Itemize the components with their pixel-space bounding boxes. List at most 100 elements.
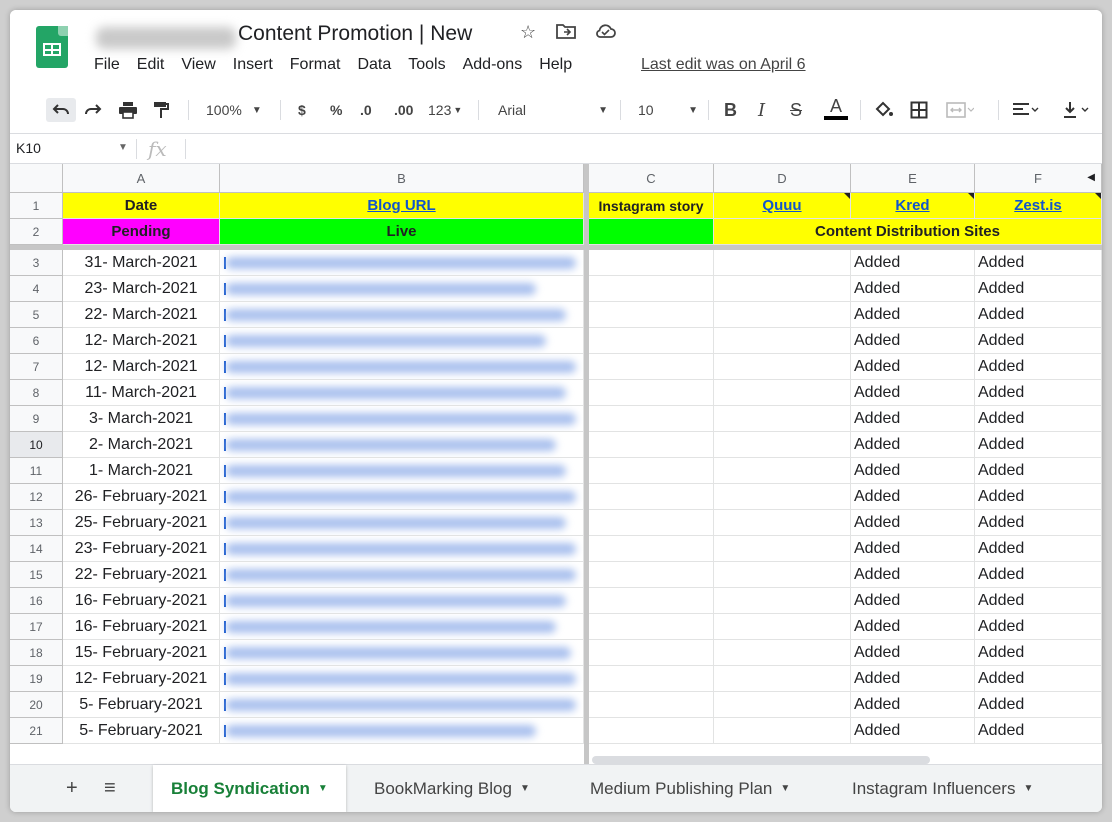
instagram-story-cell[interactable] xyxy=(589,458,714,484)
status-cell[interactable]: Added xyxy=(975,354,1102,380)
borders-icon[interactable] xyxy=(910,98,928,122)
row-header[interactable]: 19 xyxy=(10,666,63,692)
legend-cell-green[interactable] xyxy=(589,219,714,245)
blog-url-cell[interactable] xyxy=(220,354,584,380)
status-cell[interactable]: Added xyxy=(851,432,975,458)
instagram-story-cell[interactable] xyxy=(589,614,714,640)
star-icon[interactable]: ☆ xyxy=(520,22,536,43)
date-cell[interactable]: 15- February-2021 xyxy=(63,640,220,666)
status-cell[interactable]: Added xyxy=(975,458,1102,484)
blog-url-cell[interactable] xyxy=(220,692,584,718)
blog-url-cell[interactable] xyxy=(220,536,584,562)
header-cell-date[interactable]: Date xyxy=(63,193,220,219)
row-header[interactable]: 5 xyxy=(10,302,63,328)
all-sheets-icon[interactable]: ≡ xyxy=(104,777,116,800)
merge-cells-icon[interactable] xyxy=(946,98,974,122)
tab-instagram-influencers[interactable]: Instagram Influencers ▼ xyxy=(834,765,1051,812)
date-cell[interactable]: 12- March-2021 xyxy=(63,354,220,380)
status-cell[interactable]: Added xyxy=(851,276,975,302)
date-cell[interactable]: 11- March-2021 xyxy=(63,380,220,406)
instagram-story-cell[interactable] xyxy=(589,562,714,588)
instagram-story-cell[interactable] xyxy=(589,380,714,406)
fill-color-icon[interactable] xyxy=(874,98,894,122)
status-cell[interactable]: Added xyxy=(975,640,1102,666)
status-cell[interactable]: Added xyxy=(975,692,1102,718)
menu-help[interactable]: Help xyxy=(539,56,580,78)
status-cell[interactable]: Added xyxy=(975,536,1102,562)
blog-url-cell[interactable] xyxy=(220,406,584,432)
date-cell[interactable]: 25- February-2021 xyxy=(63,510,220,536)
blog-url-cell[interactable] xyxy=(220,562,584,588)
quuu-cell[interactable] xyxy=(714,718,851,744)
instagram-story-cell[interactable] xyxy=(589,406,714,432)
chevron-down-icon[interactable]: ▼ xyxy=(318,783,328,794)
status-cell[interactable]: Added xyxy=(851,302,975,328)
date-cell[interactable]: 22- March-2021 xyxy=(63,302,220,328)
status-cell[interactable]: Added xyxy=(975,510,1102,536)
column-header-a[interactable]: A xyxy=(63,164,220,193)
select-all-corner[interactable] xyxy=(10,164,63,193)
instagram-story-cell[interactable] xyxy=(589,666,714,692)
status-cell[interactable]: Added xyxy=(975,484,1102,510)
row-header[interactable]: 14 xyxy=(10,536,63,562)
redo-icon[interactable] xyxy=(84,98,102,122)
italic-icon[interactable]: I xyxy=(758,98,765,122)
vertical-align-icon[interactable] xyxy=(1062,98,1092,122)
scroll-left-arrow-icon[interactable]: ◀ xyxy=(1087,172,1095,183)
legend-cell-pending[interactable]: Pending xyxy=(63,219,220,245)
header-cell-kred[interactable]: Kred xyxy=(851,193,975,219)
status-cell[interactable]: Added xyxy=(851,692,975,718)
instagram-story-cell[interactable] xyxy=(589,250,714,276)
status-cell[interactable]: Added xyxy=(851,250,975,276)
row-header[interactable]: 9 xyxy=(10,406,63,432)
quuu-cell[interactable] xyxy=(714,692,851,718)
status-cell[interactable]: Added xyxy=(851,328,975,354)
date-cell[interactable]: 3- March-2021 xyxy=(63,406,220,432)
status-cell[interactable]: Added xyxy=(851,406,975,432)
merged-cell-content-distribution[interactable]: Content Distribution Sites xyxy=(714,219,1102,245)
status-cell[interactable]: Added xyxy=(851,562,975,588)
instagram-story-cell[interactable] xyxy=(589,588,714,614)
quuu-cell[interactable] xyxy=(714,484,851,510)
status-cell[interactable]: Added xyxy=(851,510,975,536)
blog-url-cell[interactable] xyxy=(220,666,584,692)
quuu-cell[interactable] xyxy=(714,562,851,588)
date-cell[interactable]: 23- March-2021 xyxy=(63,276,220,302)
row-header[interactable]: 3 xyxy=(10,250,63,276)
status-cell[interactable]: Added xyxy=(851,536,975,562)
tab-medium-publishing-plan[interactable]: Medium Publishing Plan ▼ xyxy=(572,765,808,812)
move-folder-icon[interactable] xyxy=(556,22,576,45)
add-sheet-icon[interactable]: + xyxy=(66,777,78,800)
menu-insert[interactable]: Insert xyxy=(233,56,281,78)
status-cell[interactable]: Added xyxy=(851,484,975,510)
quuu-cell[interactable] xyxy=(714,354,851,380)
quuu-cell[interactable] xyxy=(714,640,851,666)
instagram-story-cell[interactable] xyxy=(589,354,714,380)
status-cell[interactable]: Added xyxy=(975,380,1102,406)
font-size-select[interactable]: 10 ▼ xyxy=(638,98,698,122)
row-header[interactable]: 6 xyxy=(10,328,63,354)
status-cell[interactable]: Added xyxy=(975,302,1102,328)
date-cell[interactable]: 23- February-2021 xyxy=(63,536,220,562)
blog-url-cell[interactable] xyxy=(220,380,584,406)
status-cell[interactable]: Added xyxy=(975,250,1102,276)
column-header-c[interactable]: C xyxy=(589,164,714,193)
quuu-cell[interactable] xyxy=(714,614,851,640)
blog-url-cell[interactable] xyxy=(220,432,584,458)
menu-edit[interactable]: Edit xyxy=(137,56,173,78)
status-cell[interactable]: Added xyxy=(975,666,1102,692)
status-cell[interactable]: Added xyxy=(851,718,975,744)
chevron-down-icon[interactable]: ▼ xyxy=(780,783,790,794)
instagram-story-cell[interactable] xyxy=(589,718,714,744)
date-cell[interactable]: 22- February-2021 xyxy=(63,562,220,588)
status-cell[interactable]: Added xyxy=(975,614,1102,640)
row-header[interactable]: 2 xyxy=(10,219,63,245)
row-header[interactable]: 17 xyxy=(10,614,63,640)
blog-url-cell[interactable] xyxy=(220,276,584,302)
date-cell[interactable]: 2- March-2021 xyxy=(63,432,220,458)
status-cell[interactable]: Added xyxy=(851,354,975,380)
instagram-story-cell[interactable] xyxy=(589,484,714,510)
column-header-e[interactable]: E xyxy=(851,164,975,193)
blog-url-cell[interactable] xyxy=(220,458,584,484)
chevron-down-icon[interactable]: ▼ xyxy=(118,142,128,153)
